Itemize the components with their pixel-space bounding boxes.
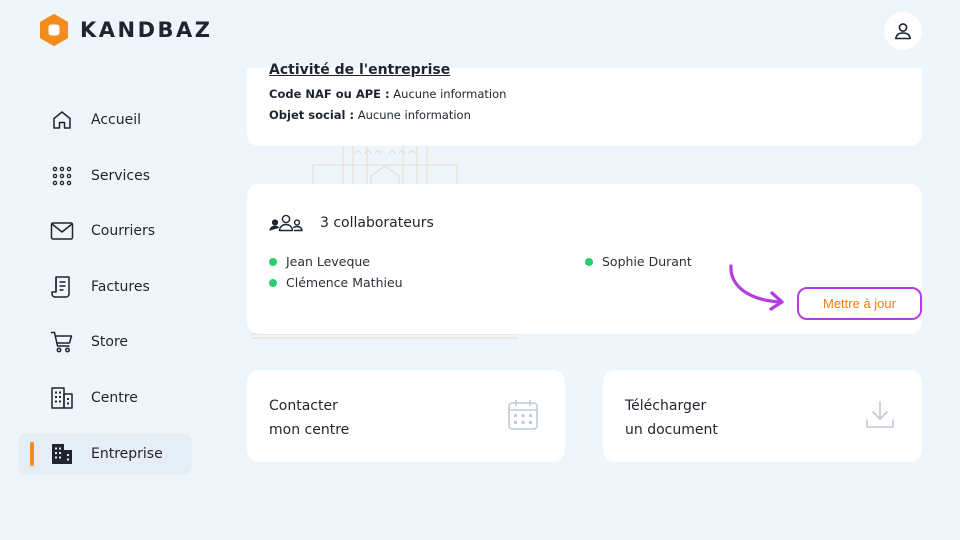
sidebar-item-label: Entreprise xyxy=(91,445,163,462)
social-object-label: Objet social : xyxy=(269,108,355,122)
download-document-card[interactable]: Télécharger un document xyxy=(603,370,922,462)
brand-logo[interactable]: KANDBAZ xyxy=(38,14,213,46)
social-object-line: Objet social : Aucune information xyxy=(269,108,471,122)
update-button[interactable]: Mettre à jour xyxy=(797,287,922,320)
collaborator-name: Clémence Mathieu xyxy=(286,275,403,290)
sidebar-nav: Accueil Services Courriers Factures Stor… xyxy=(18,99,192,488)
status-dot xyxy=(269,257,277,266)
brand-name: KANDBAZ xyxy=(80,18,213,42)
envelope-icon xyxy=(50,219,74,243)
collaborator-item: Clémence Mathieu xyxy=(269,275,403,290)
activity-card: Activité de l'entreprise Code NAF ou APE… xyxy=(247,62,922,146)
sidebar-item-store[interactable]: Store xyxy=(18,321,192,363)
grid-dots-icon xyxy=(50,164,74,188)
annotation-arrow-icon xyxy=(729,264,784,311)
building-icon xyxy=(50,386,74,410)
background-illustration xyxy=(312,143,458,190)
social-object-value: Aucune information xyxy=(357,108,471,122)
naf-code-line: Code NAF ou APE : Aucune information xyxy=(269,87,506,101)
team-icon xyxy=(269,214,303,232)
sidebar-item-label: Factures xyxy=(91,278,150,295)
collaborator-item: Sophie Durant xyxy=(585,254,692,269)
contact-line-1: Contacter xyxy=(269,398,338,414)
enterprise-icon xyxy=(50,442,74,466)
naf-code-value: Aucune information xyxy=(393,87,507,101)
invoice-icon xyxy=(50,275,74,299)
download-icon xyxy=(866,401,894,428)
sidebar-item-label: Services xyxy=(91,167,151,184)
sidebar-item-label: Courriers xyxy=(91,223,156,240)
cart-icon xyxy=(50,330,74,354)
naf-code-label: Code NAF ou APE : xyxy=(269,87,390,101)
sidebar-item-courriers[interactable]: Courriers xyxy=(18,210,192,252)
collaborator-item: Jean Leveque xyxy=(269,254,370,269)
sidebar-item-centre[interactable]: Centre xyxy=(18,377,192,419)
sidebar-item-services[interactable]: Services xyxy=(18,155,192,197)
download-line-2: un document xyxy=(625,422,718,438)
logo-mark-icon xyxy=(40,14,68,46)
home-icon xyxy=(50,108,74,132)
collaborator-name: Jean Leveque xyxy=(286,254,371,269)
contact-centre-card[interactable]: Contacter mon centre xyxy=(247,370,565,462)
calendar-icon xyxy=(508,400,538,430)
sidebar-item-label: Centre xyxy=(91,389,138,406)
status-dot xyxy=(585,257,593,266)
activity-title[interactable]: Activité de l'entreprise xyxy=(269,62,450,78)
sidebar-item-accueil[interactable]: Accueil xyxy=(18,99,192,141)
collaborators-header: 3 collaborateurs xyxy=(269,214,434,232)
user-icon xyxy=(895,23,911,40)
collaborator-name: Sophie Durant xyxy=(602,254,692,269)
status-dot xyxy=(269,278,277,287)
download-document-text: Télécharger un document xyxy=(625,394,718,442)
sidebar-item-label: Accueil xyxy=(91,112,141,128)
download-line-1: Télécharger xyxy=(625,398,707,414)
contact-line-2: mon centre xyxy=(269,422,350,438)
collaborators-count: 3 collaborateurs xyxy=(320,215,434,231)
sidebar-item-label: Store xyxy=(91,334,129,351)
account-button[interactable] xyxy=(884,12,922,50)
sidebar-item-entreprise[interactable]: Entreprise xyxy=(18,432,192,475)
contact-centre-text: Contacter mon centre xyxy=(269,394,349,442)
sidebar-item-factures[interactable]: Factures xyxy=(18,266,192,308)
